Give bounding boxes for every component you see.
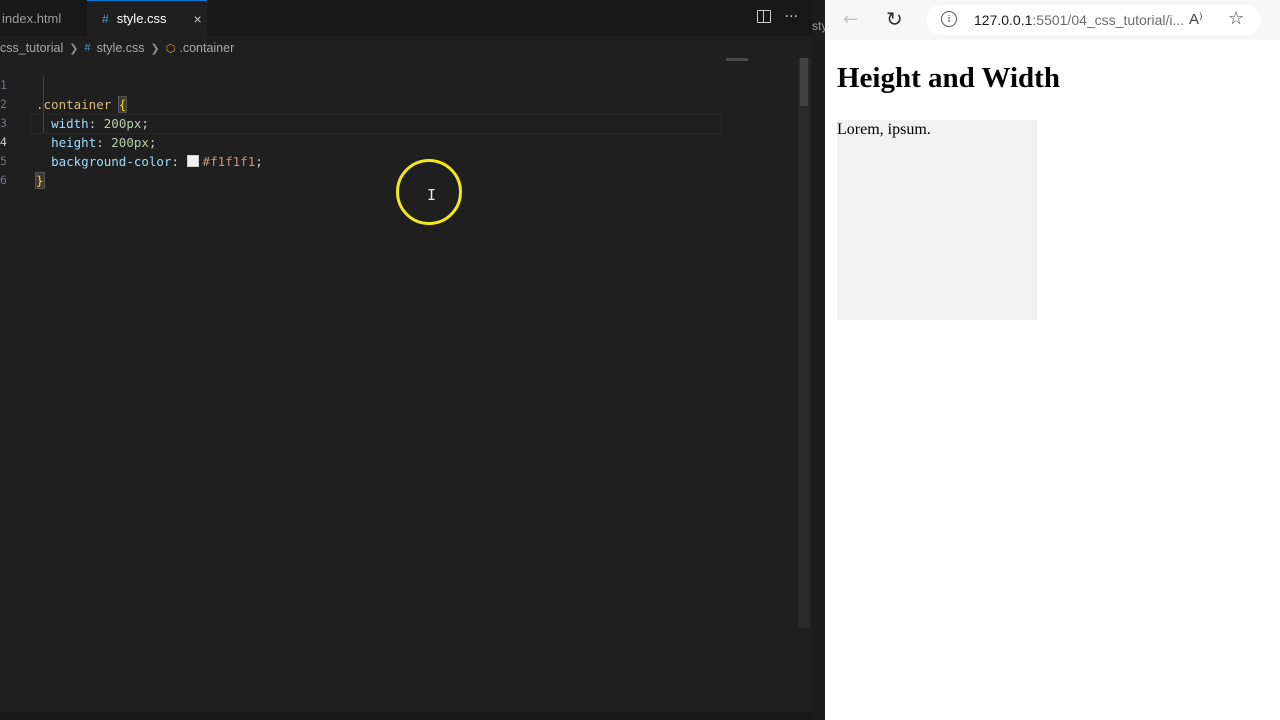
browser-toolbar: ← ↻ i 127.0.0.1:5501/04_css_tutorial/i..…: [825, 0, 1280, 40]
scrollbar-thumb[interactable]: [800, 58, 808, 106]
address-bar[interactable]: i 127.0.0.1:5501/04_css_tutorial/i... A⁾…: [926, 5, 1261, 35]
code-area[interactable]: 1 .container { 2 width: 200px; 3 height:…: [0, 57, 800, 189]
status-bar: [0, 712, 812, 720]
close-icon[interactable]: ×: [194, 11, 202, 27]
web-page: Height and Width Lorem, ipsum.: [825, 40, 1280, 720]
container-box: Lorem, ipsum.: [837, 120, 1037, 320]
code-line[interactable]: 6: [0, 152, 800, 187]
more-actions-icon[interactable]: ···: [785, 9, 798, 25]
code-editor[interactable]: index.html # style.css × ··· css_tutoria…: [0, 0, 812, 720]
back-arrow-icon[interactable]: ←: [843, 9, 858, 30]
minimap[interactable]: [726, 58, 748, 61]
breadcrumb-symbol[interactable]: .container: [179, 41, 234, 55]
tab-label: index.html: [2, 10, 62, 26]
split-editor-icon[interactable]: [756, 10, 771, 23]
read-aloud-icon[interactable]: A⁾: [1189, 10, 1203, 28]
code-line[interactable]: 5 }: [0, 133, 800, 189]
code-line[interactable]: 3 height: 200px;: [0, 95, 800, 150]
css-file-icon: #: [84, 42, 91, 54]
window-divider: sty: [812, 0, 827, 720]
url-text[interactable]: 127.0.0.1:5501/04_css_tutorial/i...: [974, 12, 1184, 28]
url-host: 127.0.0.1: [974, 12, 1033, 28]
breadcrumb-file[interactable]: style.css: [97, 41, 145, 55]
code-line[interactable]: 2 width: 200px;: [0, 76, 800, 131]
chevron-right-icon: ❯: [150, 42, 160, 55]
code-line-current[interactable]: 4 background-color: #f1f1f1;: [0, 114, 800, 169]
vertical-scrollbar[interactable]: [798, 58, 810, 628]
container-text: Lorem, ipsum.: [837, 121, 931, 138]
breadcrumb: css_tutorial ❯ # style.css ❯ ⬡ .containe…: [0, 38, 234, 58]
tab-style-css[interactable]: # style.css ×: [87, 0, 207, 36]
breadcrumb-folder[interactable]: css_tutorial: [0, 41, 63, 55]
line-number: 6: [0, 173, 7, 187]
symbol-class-icon: ⬡: [165, 42, 176, 55]
chevron-right-icon: ❯: [69, 42, 79, 55]
text-cursor-icon: I: [427, 186, 437, 204]
tab-index-html[interactable]: index.html: [0, 0, 88, 36]
code-line[interactable]: 1 .container {: [0, 57, 800, 113]
browser-window: ← ↻ i 127.0.0.1:5501/04_css_tutorial/i..…: [825, 0, 1280, 720]
tab-label: style.css: [116, 11, 167, 26]
css-file-icon: #: [102, 11, 109, 26]
reload-icon[interactable]: ↻: [886, 7, 903, 31]
editor-tab-bar: index.html # style.css × ···: [0, 0, 812, 36]
url-path: :5501/04_css_tutorial/i...: [1032, 12, 1185, 28]
favorite-star-icon[interactable]: ☆: [1228, 8, 1244, 29]
page-title: Height and Width: [837, 62, 1060, 94]
info-icon[interactable]: i: [941, 11, 957, 27]
